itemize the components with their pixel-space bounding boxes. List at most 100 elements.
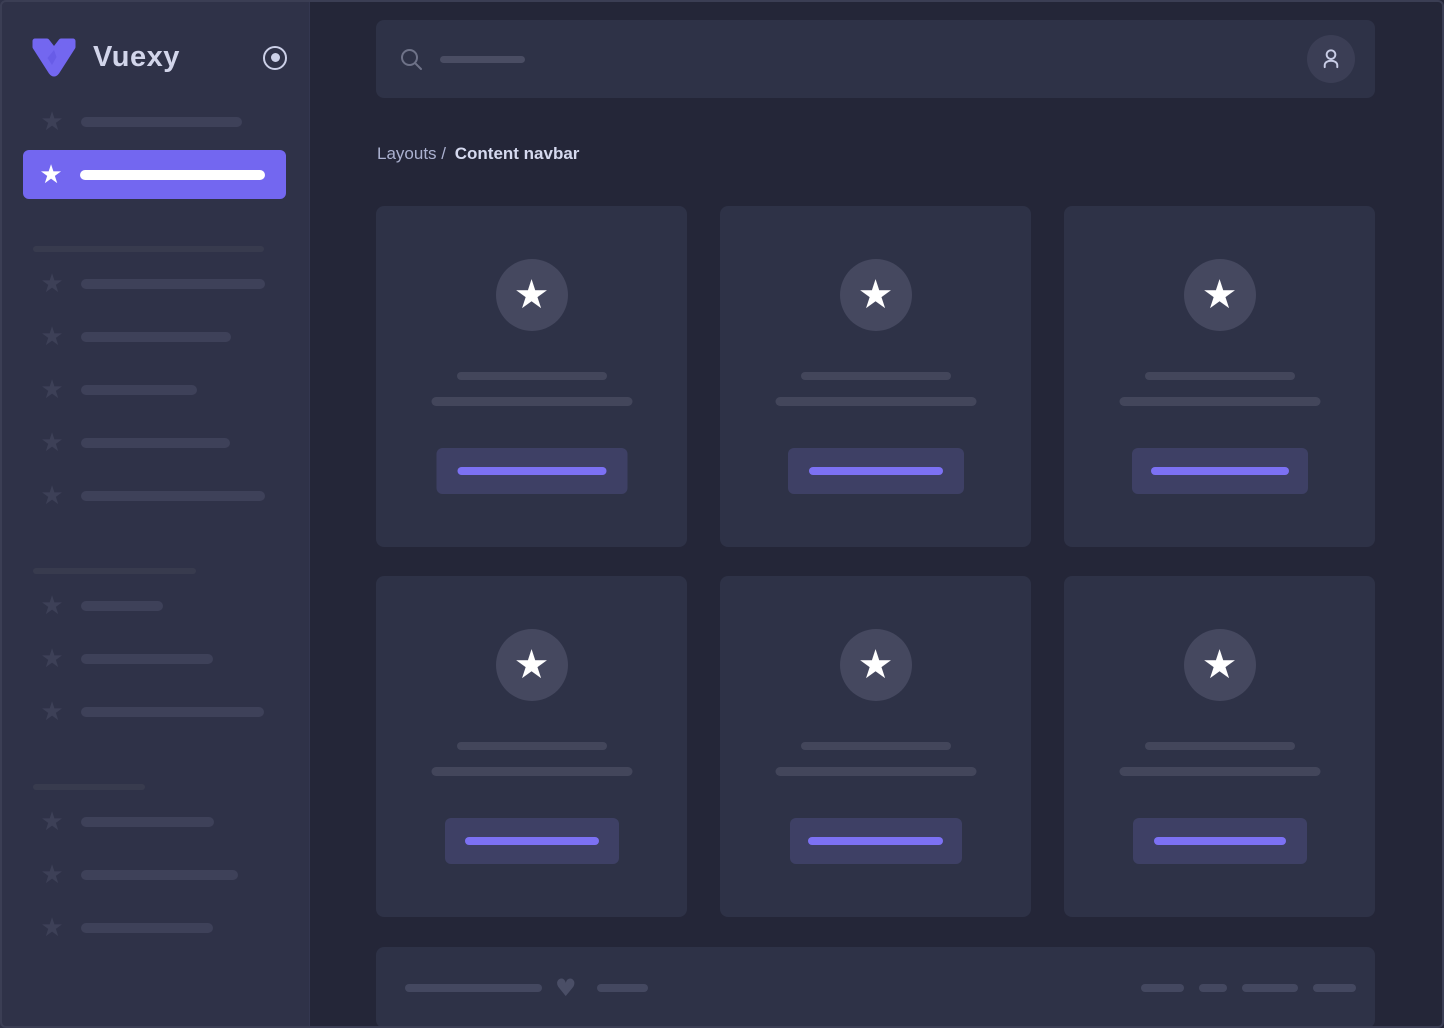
card-action-button[interactable] <box>788 448 964 494</box>
footer-link-placeholder-bar <box>1199 984 1227 992</box>
card-action-button[interactable] <box>790 818 962 864</box>
sidebar-item[interactable]: ★ <box>0 795 309 848</box>
footer-placeholder-bar <box>405 984 542 992</box>
card-text-placeholder-line <box>431 397 632 406</box>
card-text-placeholder-line <box>775 397 976 406</box>
button-label-placeholder-bar <box>457 467 606 475</box>
sidebar-item-placeholder-bar <box>81 707 264 717</box>
card-text-placeholder-line <box>801 742 951 750</box>
sidebar-item[interactable]: ★ <box>0 632 309 685</box>
menu-pin-toggle-icon[interactable] <box>263 46 287 70</box>
sidebar-item[interactable]: ★ <box>0 416 309 469</box>
card-text-placeholder-line <box>801 372 951 380</box>
button-label-placeholder-bar <box>1154 837 1286 845</box>
sidebar-item-placeholder-bar <box>81 923 213 933</box>
star-icon: ★ <box>40 810 64 834</box>
demo-card: ★ <box>1064 576 1375 917</box>
sidebar-section-header-bar <box>33 246 264 252</box>
cards-grid: ★ ★ ★ ★ ★ ★ <box>376 206 1375 917</box>
user-icon <box>1318 46 1344 72</box>
star-icon: ★ <box>40 272 64 296</box>
search-icon <box>400 48 423 71</box>
sidebar-item-placeholder-bar <box>81 817 214 827</box>
sidebar-nav: ★ ★ ★ ★ ★ ★ ★ ★ ★ ★ ★ ★ ★ <box>0 95 309 954</box>
sidebar-item[interactable]: ★ <box>0 257 309 310</box>
sidebar-item[interactable]: ★ <box>0 848 309 901</box>
sidebar-item-active[interactable]: ★ <box>23 150 286 199</box>
sidebar-item[interactable]: ★ <box>0 901 309 954</box>
star-icon: ★ <box>39 163 63 187</box>
breadcrumb-parent[interactable]: Layouts / <box>377 144 446 163</box>
demo-card: ★ <box>720 206 1031 547</box>
sidebar-item[interactable]: ★ <box>0 310 309 363</box>
card-action-button[interactable] <box>436 448 627 494</box>
star-icon: ★ <box>858 275 894 315</box>
footer-link-placeholder-bar <box>1141 984 1184 992</box>
card-action-button[interactable] <box>445 818 619 864</box>
card-text-placeholder-line <box>431 767 632 776</box>
star-icon: ★ <box>858 645 894 685</box>
sidebar-item-placeholder-bar <box>81 332 231 342</box>
star-icon: ★ <box>40 700 64 724</box>
star-icon: ★ <box>40 325 64 349</box>
sidebar-section-header-bar <box>33 784 145 790</box>
sidebar-item-placeholder-bar <box>81 654 213 664</box>
breadcrumb-current: Content navbar <box>455 144 580 163</box>
demo-card: ★ <box>1064 206 1375 547</box>
star-icon: ★ <box>514 645 550 685</box>
card-text-placeholder-line <box>1119 397 1320 406</box>
card-text-placeholder-line <box>1119 767 1320 776</box>
card-text-placeholder-line <box>457 742 607 750</box>
sidebar-item[interactable]: ★ <box>0 579 309 632</box>
user-avatar-button[interactable] <box>1307 35 1355 83</box>
demo-card: ★ <box>720 576 1031 917</box>
star-icon: ★ <box>40 594 64 618</box>
card-text-placeholder-line <box>457 372 607 380</box>
sidebar-item-placeholder-bar <box>81 438 230 448</box>
star-icon: ★ <box>40 378 64 402</box>
breadcrumb: Layouts / Content navbar <box>377 143 579 165</box>
star-icon: ★ <box>40 916 64 940</box>
sidebar-item-placeholder-bar <box>81 491 265 501</box>
sidebar-section-header-bar <box>33 568 196 574</box>
brand-header: Vuexy <box>0 0 309 95</box>
star-icon: ★ <box>1202 645 1238 685</box>
card-text-placeholder-line <box>1145 372 1295 380</box>
star-icon: ★ <box>40 110 64 134</box>
card-avatar-circle: ★ <box>496 259 568 331</box>
card-avatar-circle: ★ <box>1184 259 1256 331</box>
card-text-placeholder-line <box>775 767 976 776</box>
card-avatar-circle: ★ <box>496 629 568 701</box>
star-icon: ★ <box>40 863 64 887</box>
star-icon: ★ <box>1202 275 1238 315</box>
sidebar-item-placeholder-bar <box>81 870 238 880</box>
star-icon: ★ <box>40 647 64 671</box>
demo-card: ★ <box>376 576 687 917</box>
card-avatar-circle: ★ <box>1184 629 1256 701</box>
sidebar-item[interactable]: ★ <box>0 363 309 416</box>
button-label-placeholder-bar <box>1151 467 1289 475</box>
top-navbar <box>376 20 1375 98</box>
sidebar-item-placeholder-bar <box>81 601 163 611</box>
sidebar-item-placeholder-bar <box>81 385 197 395</box>
sidebar-item-placeholder-bar <box>81 117 242 127</box>
card-text-placeholder-line <box>1145 742 1295 750</box>
sidebar-item[interactable]: ★ <box>0 469 309 522</box>
button-label-placeholder-bar <box>808 837 943 845</box>
card-action-button[interactable] <box>1133 818 1307 864</box>
brand-name: Vuexy <box>93 41 180 74</box>
card-action-button[interactable] <box>1132 448 1308 494</box>
footer-left: ♥ <box>405 976 648 1000</box>
card-avatar-circle: ★ <box>840 259 912 331</box>
footer-link-placeholder-bar <box>1242 984 1298 992</box>
sidebar-item[interactable]: ★ <box>0 685 309 738</box>
demo-card: ★ <box>376 206 687 547</box>
vuexy-logo-icon[interactable] <box>29 38 79 78</box>
card-avatar-circle: ★ <box>840 629 912 701</box>
heart-icon: ♥ <box>555 976 577 1000</box>
search-input[interactable] <box>400 48 1307 71</box>
button-label-placeholder-bar <box>465 837 599 845</box>
footer: ♥ <box>376 947 1375 1028</box>
sidebar-item[interactable]: ★ <box>0 95 309 148</box>
star-icon: ★ <box>40 484 64 508</box>
